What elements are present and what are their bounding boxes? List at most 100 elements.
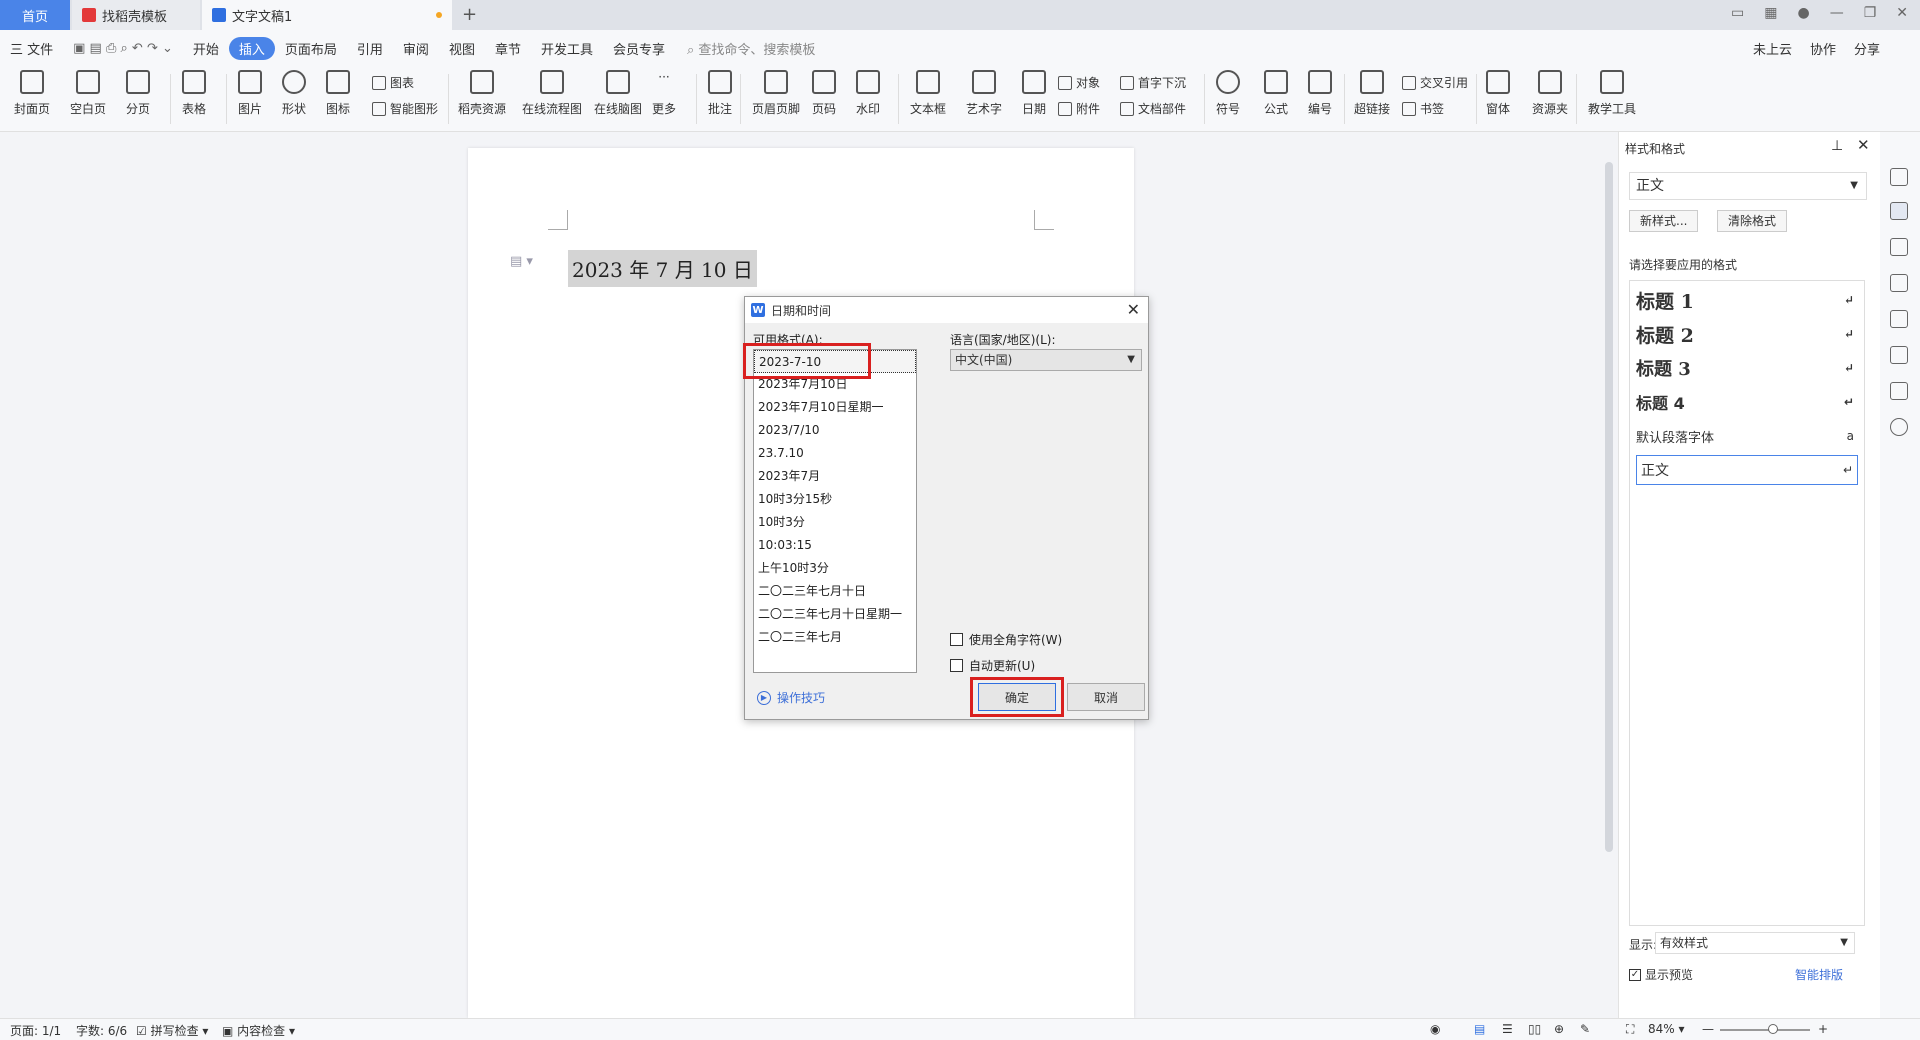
format-item[interactable]: 23.7.10 bbox=[754, 442, 916, 465]
menu-review[interactable]: 审阅 bbox=[393, 39, 439, 58]
zoom-slider-handle[interactable] bbox=[1768, 1024, 1778, 1034]
page-break-button[interactable]: 分页 bbox=[126, 70, 150, 117]
page-number-button[interactable]: 页码 bbox=[812, 70, 836, 117]
table-button[interactable]: 表格 bbox=[182, 70, 206, 117]
format-item[interactable]: 10:03:15 bbox=[754, 534, 916, 557]
menu-references[interactable]: 引用 bbox=[347, 39, 393, 58]
preview-checkbox[interactable]: ✓ 显示预览 bbox=[1629, 966, 1693, 983]
new-style-button[interactable]: 新样式... bbox=[1629, 210, 1699, 232]
current-style-select[interactable]: 正文 ▼ bbox=[1629, 172, 1867, 200]
cross-ref-button[interactable]: 交叉引用 bbox=[1402, 74, 1468, 91]
spell-check-button[interactable]: ☑ 拼写检查 ▾ bbox=[136, 1022, 208, 1039]
numbering-button[interactable]: 编号 bbox=[1308, 70, 1332, 117]
more-button[interactable]: ··· 更多 bbox=[652, 70, 676, 117]
clear-format-button[interactable]: 清除格式 bbox=[1717, 210, 1788, 232]
tab-template[interactable]: 找稻壳模板 bbox=[72, 0, 200, 30]
chart-button[interactable]: 图表 bbox=[372, 74, 414, 91]
zoom-level[interactable]: 84% ▾ bbox=[1648, 1022, 1685, 1036]
wordart-button[interactable]: 艺术字 bbox=[966, 70, 1002, 117]
page-view-icon[interactable]: ▤ bbox=[1474, 1022, 1485, 1036]
close-panel-icon[interactable]: ✕ bbox=[1857, 136, 1870, 154]
fit-icon[interactable]: ⛶ bbox=[1626, 1022, 1634, 1037]
style-heading-3[interactable]: 标题 3 ↵ bbox=[1636, 353, 1858, 383]
minimize-icon[interactable]: — bbox=[1830, 5, 1844, 21]
menu-section[interactable]: 章节 bbox=[485, 39, 531, 58]
quick-access-icons[interactable]: ▣ ▤ ⎙ ⌕ ↶ ↷ ⌄ bbox=[63, 41, 183, 56]
content-check-button[interactable]: ▣ 内容检查 ▾ bbox=[222, 1022, 295, 1039]
docer-resource-button[interactable]: 稻壳资源 bbox=[458, 70, 506, 117]
doc-parts-button[interactable]: 文档部件 bbox=[1120, 100, 1186, 117]
format-item[interactable]: 2023/7/10 bbox=[754, 419, 916, 442]
tips-link[interactable]: ▶ 操作技巧 bbox=[757, 689, 825, 706]
style-normal[interactable]: 正文 ↵ bbox=[1636, 455, 1858, 485]
autoupdate-checkbox[interactable]: 自动更新(U) bbox=[950, 657, 1035, 674]
layout-icon[interactable]: ▭ bbox=[1731, 5, 1744, 21]
menu-start[interactable]: 开始 bbox=[183, 39, 229, 58]
new-tab-icon[interactable]: + bbox=[462, 4, 477, 25]
mindmap-button[interactable]: 在线脑图 bbox=[594, 70, 642, 117]
blank-page-button[interactable]: 空白页 bbox=[70, 70, 106, 117]
bookmark-button[interactable]: 书签 bbox=[1402, 100, 1444, 117]
form-button[interactable]: 窗体 bbox=[1486, 70, 1510, 117]
teaching-tools-button[interactable]: 教学工具 bbox=[1588, 70, 1636, 117]
cover-page-button[interactable]: 封面页 bbox=[14, 70, 50, 117]
apps-grid-icon[interactable]: ▦ bbox=[1764, 5, 1777, 21]
shape-button[interactable]: 形状 bbox=[282, 70, 306, 117]
attachment-button[interactable]: 附件 bbox=[1058, 100, 1100, 117]
web-view-icon[interactable]: ⊕ bbox=[1554, 1022, 1564, 1036]
format-item[interactable]: 10时3分 bbox=[754, 511, 916, 534]
read-view-icon[interactable]: ▯▯ bbox=[1528, 1022, 1541, 1036]
compass-icon[interactable] bbox=[1890, 346, 1908, 364]
drop-cap-button[interactable]: 首字下沉 bbox=[1120, 74, 1186, 91]
share-button[interactable]: 分享 bbox=[1854, 39, 1880, 58]
zoom-in-icon[interactable]: + bbox=[1818, 1022, 1828, 1036]
style-pen-icon[interactable] bbox=[1890, 202, 1908, 220]
style-heading-2[interactable]: 标题 2 ↵ bbox=[1636, 319, 1858, 349]
watermark-button[interactable]: 水印 bbox=[856, 70, 880, 117]
avatar[interactable]: ● bbox=[1797, 5, 1809, 21]
cloud-button[interactable]: 未上云 bbox=[1753, 39, 1792, 58]
format-item[interactable]: 二〇二三年七月十日 bbox=[754, 580, 916, 603]
formats-list[interactable]: 2023-7-10 2023年7月10日 2023年7月10日星期一 2023/7/1… bbox=[753, 349, 917, 673]
restore-icon[interactable]: ❐ bbox=[1864, 5, 1877, 21]
style-heading-1[interactable]: 标题 1 ↵ bbox=[1636, 285, 1858, 315]
format-item[interactable]: 2023年7月 bbox=[754, 465, 916, 488]
document-scrollbar[interactable] bbox=[1600, 132, 1618, 1018]
close-window-icon[interactable]: ✕ bbox=[1896, 5, 1908, 21]
menu-member[interactable]: 会员专享 bbox=[603, 39, 675, 58]
menu-developer[interactable]: 开发工具 bbox=[531, 39, 603, 58]
date-button[interactable]: 日期 bbox=[1022, 70, 1046, 117]
scroll-thumb[interactable] bbox=[1605, 162, 1613, 852]
comment-button[interactable]: 批注 bbox=[708, 70, 732, 117]
document-date-text[interactable]: 2023 年 7 月 10 日 bbox=[568, 250, 757, 287]
icon-button[interactable]: 图标 bbox=[326, 70, 350, 117]
command-search[interactable]: ⌕ 查找命令、搜索模板 bbox=[687, 39, 815, 58]
pin-icon[interactable]: ⊥ bbox=[1831, 138, 1843, 154]
smart-art-button[interactable]: 智能图形 bbox=[372, 100, 438, 117]
word-count[interactable]: 字数: 6/6 bbox=[76, 1022, 127, 1039]
menu-page-layout[interactable]: 页面布局 bbox=[275, 39, 347, 58]
write-view-icon[interactable]: ✎ bbox=[1580, 1022, 1590, 1036]
display-select[interactable]: 有效样式 ▼ bbox=[1655, 932, 1855, 954]
tab-home[interactable]: 首页 bbox=[0, 0, 70, 30]
hyperlink-button[interactable]: 超链接 bbox=[1354, 70, 1390, 117]
resource-folder-button[interactable]: 资源夹 bbox=[1532, 70, 1568, 117]
smart-layout-link[interactable]: 智能排版 bbox=[1795, 966, 1843, 983]
tab-document[interactable]: 文字文稿1 bbox=[202, 0, 452, 30]
language-select[interactable]: 中文(中国) ▼ bbox=[950, 349, 1142, 371]
header-footer-button[interactable]: 页眉页脚 bbox=[752, 70, 800, 117]
book-icon[interactable] bbox=[1890, 382, 1908, 400]
formula-button[interactable]: 公式 bbox=[1264, 70, 1288, 117]
zoom-out-icon[interactable]: — bbox=[1702, 1022, 1714, 1036]
format-item[interactable]: 10时3分15秒 bbox=[754, 488, 916, 511]
symbol-button[interactable]: 符号 bbox=[1216, 70, 1240, 117]
cancel-button[interactable]: 取消 bbox=[1067, 683, 1145, 711]
menu-insert[interactable]: 插入 bbox=[228, 36, 275, 60]
object-button[interactable]: 对象 bbox=[1058, 74, 1100, 91]
format-item[interactable]: 上午10时3分 bbox=[754, 557, 916, 580]
zoom-slider[interactable] bbox=[1720, 1029, 1810, 1031]
cursor-icon[interactable] bbox=[1890, 238, 1908, 256]
format-item[interactable]: 二〇二三年七月十日星期一 bbox=[754, 603, 916, 626]
eye-icon[interactable]: ◉ bbox=[1430, 1022, 1440, 1036]
fullwidth-checkbox[interactable]: 使用全角字符(W) bbox=[950, 631, 1062, 648]
